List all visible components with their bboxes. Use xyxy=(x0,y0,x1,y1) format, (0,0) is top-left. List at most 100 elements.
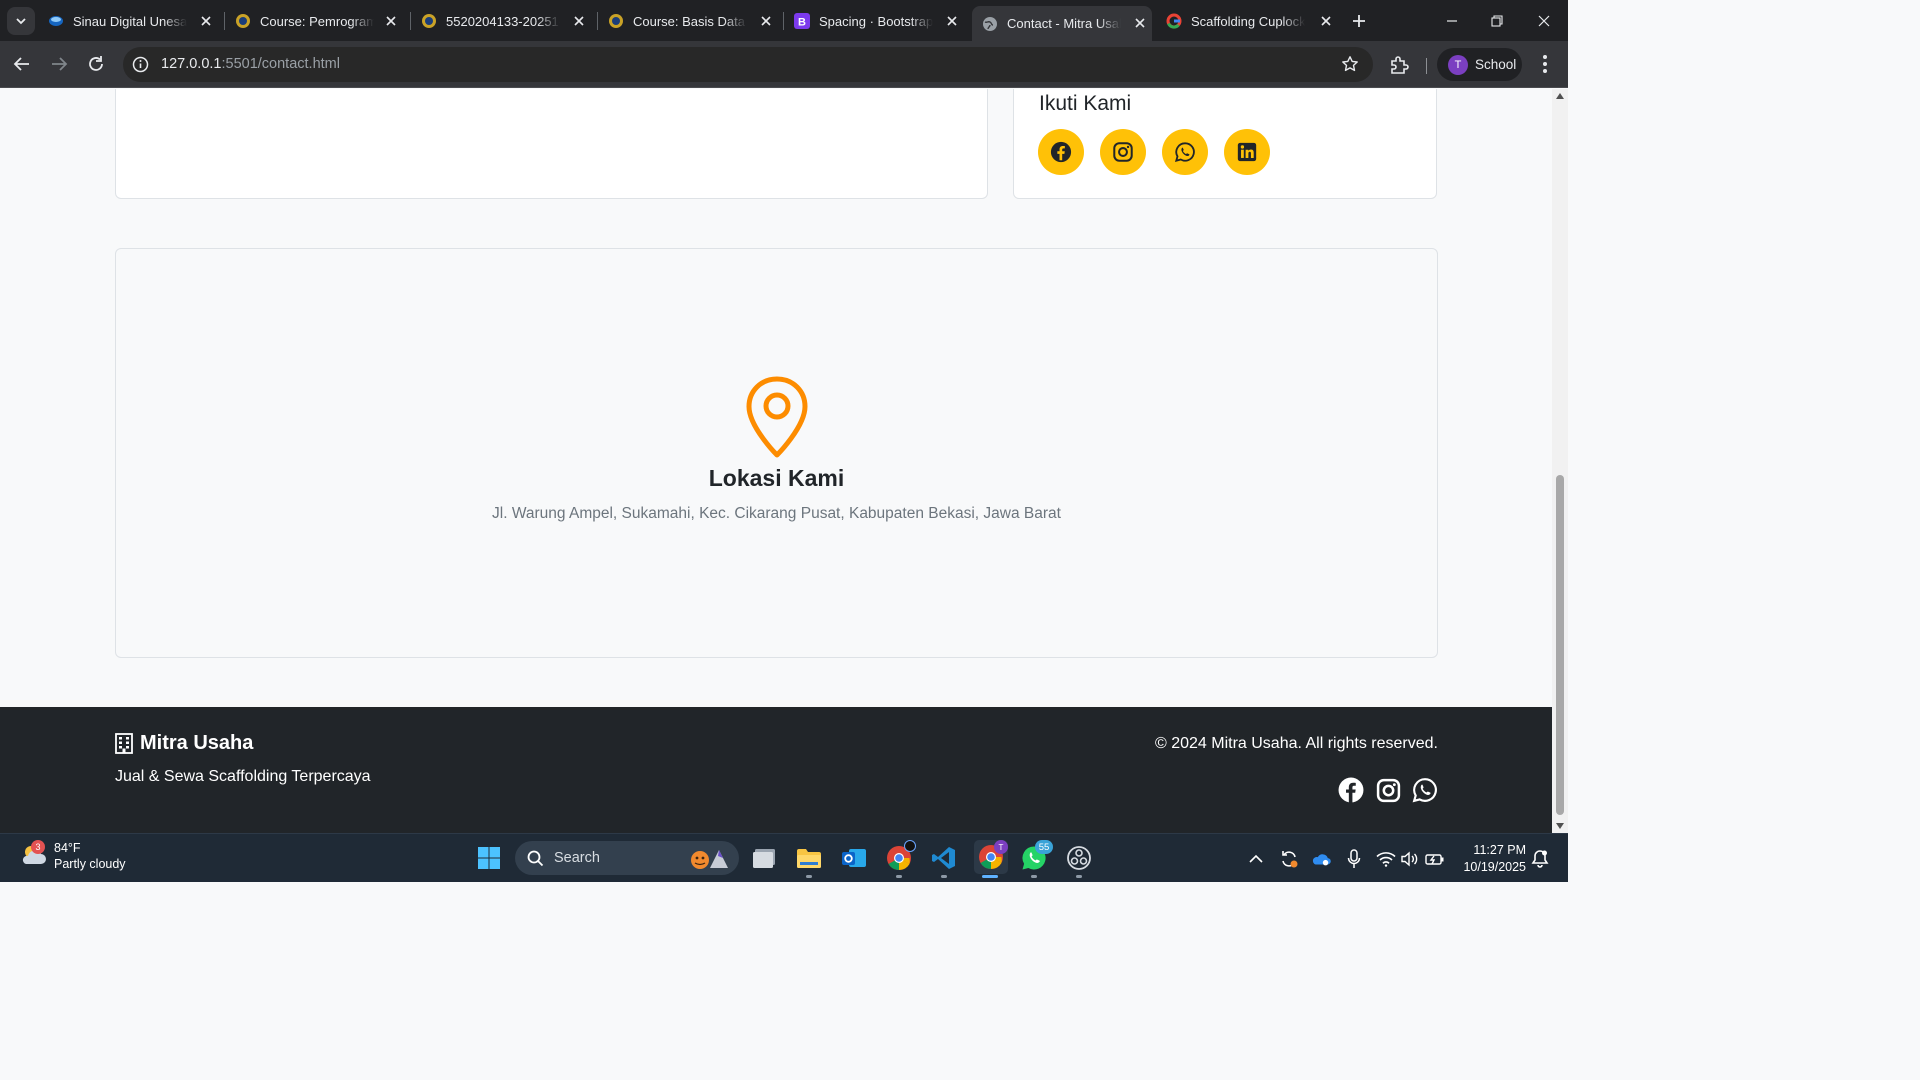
minimize-icon xyxy=(1447,20,1457,22)
page-viewport: Ikuti Kami Lokasi Kami Jl. Warung Ampel,… xyxy=(0,89,1552,833)
show-hidden-icons-button[interactable] xyxy=(1246,849,1266,869)
vscode-icon xyxy=(932,847,955,869)
chrome-profile-badge: T xyxy=(994,840,1008,854)
obs-button[interactable] xyxy=(1064,843,1094,873)
footer-brand: Mitra Usaha xyxy=(115,732,253,755)
url-text: 127.0.0.1:5501/contact.html xyxy=(161,56,340,72)
tab-title: Course: Basis Data xyxy=(633,13,745,29)
footer-instagram-link[interactable] xyxy=(1374,776,1402,804)
reload-icon xyxy=(89,56,103,71)
chevron-up-icon xyxy=(1249,854,1263,863)
outlook-button[interactable] xyxy=(839,843,869,873)
linkedin-icon xyxy=(1237,142,1257,162)
whatsapp-icon xyxy=(1412,778,1437,803)
location-title: Lokasi Kami xyxy=(708,465,845,491)
moodle-icon xyxy=(235,13,251,29)
tab-course-pemrograman[interactable]: Course: Pemrograman xyxy=(235,6,403,36)
facebook-button[interactable] xyxy=(1038,129,1084,175)
building-icon xyxy=(115,733,133,754)
location-address: Jl. Warung Ampel, Sukamahi, Kec. Cikaran… xyxy=(492,505,1061,522)
whatsapp-badge: 55 xyxy=(1035,840,1053,854)
whatsapp-icon xyxy=(1174,142,1195,163)
svg-text:B: B xyxy=(798,17,806,29)
weather-temp: 84°F xyxy=(54,841,81,855)
linkedin-button[interactable] xyxy=(1224,129,1270,175)
map-pin-icon xyxy=(746,376,808,458)
tab-course-basis-data[interactable]: Course: Basis Data xyxy=(608,6,778,36)
reload-button[interactable] xyxy=(84,52,108,76)
close-icon[interactable] xyxy=(1318,13,1334,29)
minimize-button[interactable] xyxy=(1439,8,1465,34)
instagram-button[interactable] xyxy=(1100,129,1146,175)
arrow-left-icon xyxy=(13,57,29,71)
close-icon xyxy=(1538,15,1550,27)
address-bar[interactable]: 127.0.0.1:5501/contact.html xyxy=(123,47,1373,82)
browser-toolbar: 127.0.0.1:5501/contact.html T School xyxy=(0,41,1568,88)
windows-taskbar: 3 84°F Partly cloudy Search T 55 11:27 P… xyxy=(0,833,1568,882)
url-host: 127.0.0.1 xyxy=(161,56,222,72)
instagram-icon xyxy=(1113,142,1133,162)
tab-spacing-bootstrap[interactable]: B Spacing · Bootstrap v xyxy=(794,6,964,36)
bookmark-star-icon[interactable] xyxy=(1341,55,1359,78)
globe-icon xyxy=(982,16,998,32)
chrome-app-button[interactable] xyxy=(884,840,916,873)
outlook-icon xyxy=(842,849,866,867)
vscode-button[interactable] xyxy=(929,843,959,873)
onedrive-icon[interactable] xyxy=(1311,849,1331,869)
close-icon[interactable] xyxy=(383,13,399,29)
close-icon[interactable] xyxy=(1132,15,1148,31)
close-icon[interactable] xyxy=(571,13,587,29)
footer-brand-name: Mitra Usaha xyxy=(140,732,254,754)
site-footer: Mitra Usaha Jual & Sewa Scaffolding Terp… xyxy=(0,707,1552,833)
page-scrollbar[interactable] xyxy=(1552,89,1568,833)
forward-button[interactable] xyxy=(47,52,71,76)
tab-contact-mitra-usaha[interactable]: Contact - Mitra Usaha xyxy=(972,6,1152,41)
close-icon[interactable] xyxy=(758,13,774,29)
folder-icon xyxy=(797,849,821,868)
more-menu-icon[interactable] xyxy=(1535,53,1555,80)
system-clock[interactable]: 11:27 PM 10/19/2025 xyxy=(1458,842,1526,876)
tab-scaffolding-cuplock[interactable]: Scaffolding Cuplock xyxy=(1166,6,1338,36)
close-icon[interactable] xyxy=(198,13,214,29)
chevron-down-icon xyxy=(16,18,26,25)
site-info-icon[interactable] xyxy=(132,56,149,78)
battery-icon[interactable] xyxy=(1425,849,1445,869)
start-button[interactable] xyxy=(474,843,504,873)
microphone-icon[interactable] xyxy=(1344,849,1364,869)
weather-widget[interactable]: 3 84°F Partly cloudy xyxy=(18,840,126,872)
window-close-button[interactable] xyxy=(1531,8,1557,34)
profile-button[interactable]: T School xyxy=(1437,48,1522,81)
footer-facebook-link[interactable] xyxy=(1337,776,1365,804)
volume-icon[interactable] xyxy=(1400,849,1420,869)
footer-tagline: Jual & Sewa Scaffolding Terpercaya xyxy=(115,768,371,785)
restore-button[interactable] xyxy=(1484,8,1510,34)
tab-5520204133[interactable]: 5520204133-20251-P xyxy=(421,6,591,36)
notification-bell-icon[interactable] xyxy=(1530,849,1550,869)
extensions-puzzle-icon[interactable] xyxy=(1389,54,1411,81)
tab-search-button[interactable] xyxy=(7,7,35,35)
taskbar-search[interactable]: Search xyxy=(515,841,739,875)
scrollbar-thumb[interactable] xyxy=(1556,475,1564,815)
chrome-active-button[interactable]: T xyxy=(974,840,1008,874)
new-tab-button[interactable] xyxy=(1347,9,1371,33)
wifi-icon[interactable] xyxy=(1376,849,1396,869)
location-card: Lokasi Kami Jl. Warung Ampel, Sukamahi, … xyxy=(115,248,1438,658)
footer-whatsapp-link[interactable] xyxy=(1411,776,1439,804)
footer-copyright: © 2024 Mitra Usaha. All rights reserved. xyxy=(1154,735,1438,752)
close-icon[interactable] xyxy=(944,13,960,29)
sync-tray-icon[interactable] xyxy=(1279,849,1299,869)
tab-sinau-digital[interactable]: Sinau Digital Unesa S xyxy=(48,6,218,36)
whatsapp-button[interactable] xyxy=(1162,129,1208,175)
tab-title: Contact - Mitra Usaha xyxy=(1007,16,1121,31)
task-view-button[interactable] xyxy=(750,843,780,873)
scroll-up-arrow-icon xyxy=(1556,93,1564,99)
whatsapp-app-button[interactable]: 55 xyxy=(1019,840,1053,873)
social-card: Ikuti Kami xyxy=(1013,89,1437,199)
instagram-icon xyxy=(1376,778,1400,802)
search-icon xyxy=(527,850,544,866)
back-button[interactable] xyxy=(10,52,34,76)
facebook-icon xyxy=(1338,777,1364,803)
file-explorer-button[interactable] xyxy=(794,843,824,873)
tab-title: Course: Pemrograman xyxy=(260,13,374,29)
tab-title: Spacing · Bootstrap v xyxy=(819,13,933,29)
